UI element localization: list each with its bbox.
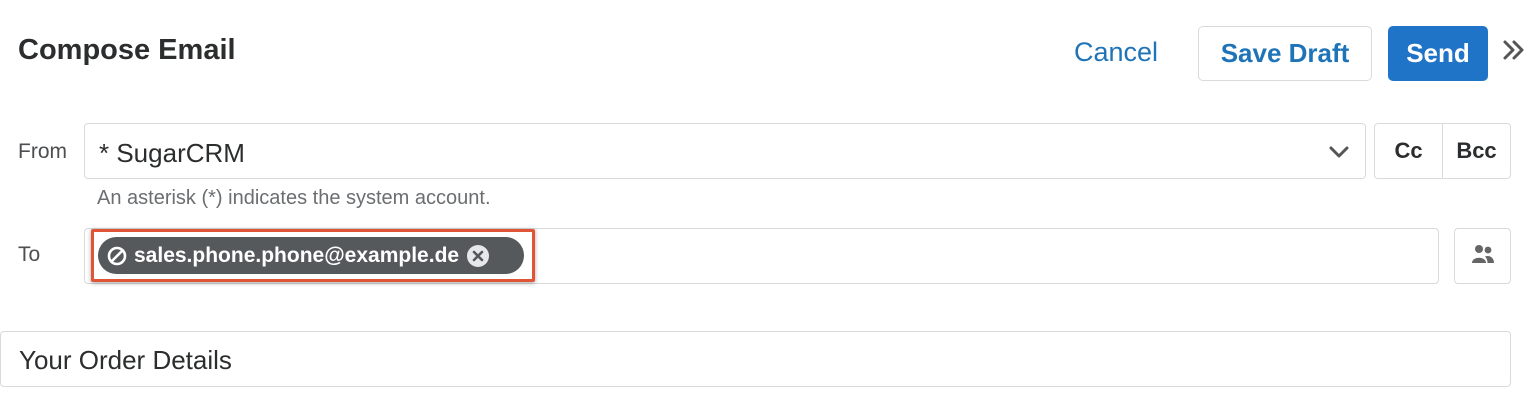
save-draft-button[interactable]: Save Draft <box>1198 26 1372 81</box>
close-circle-icon[interactable] <box>465 243 491 269</box>
from-select-value: * SugarCRM <box>99 138 245 168</box>
subject-input[interactable]: Your Order Details <box>0 331 1511 387</box>
cc-button[interactable]: Cc <box>1375 124 1442 178</box>
to-label: To <box>18 243 41 266</box>
bcc-button[interactable]: Bcc <box>1442 124 1510 178</box>
send-button[interactable]: Send <box>1388 26 1488 81</box>
recipient-address: sales.phone.phone@example.de <box>134 243 460 267</box>
from-select[interactable]: * SugarCRM <box>84 123 1366 179</box>
from-hint: An asterisk (*) indicates the system acc… <box>97 187 491 209</box>
recipient-pill[interactable]: sales.phone.phone@example.de <box>98 237 524 274</box>
copy-button-group: Cc Bcc <box>1374 123 1511 179</box>
ban-icon <box>106 245 128 267</box>
page-title: Compose Email <box>18 34 236 66</box>
people-icon <box>1470 243 1496 270</box>
double-chevron-right-icon[interactable] <box>1500 34 1528 66</box>
chevron-down-icon <box>1327 142 1351 162</box>
address-book-button[interactable] <box>1454 228 1511 284</box>
cancel-button[interactable]: Cancel <box>1074 37 1158 68</box>
from-label: From <box>18 140 67 163</box>
